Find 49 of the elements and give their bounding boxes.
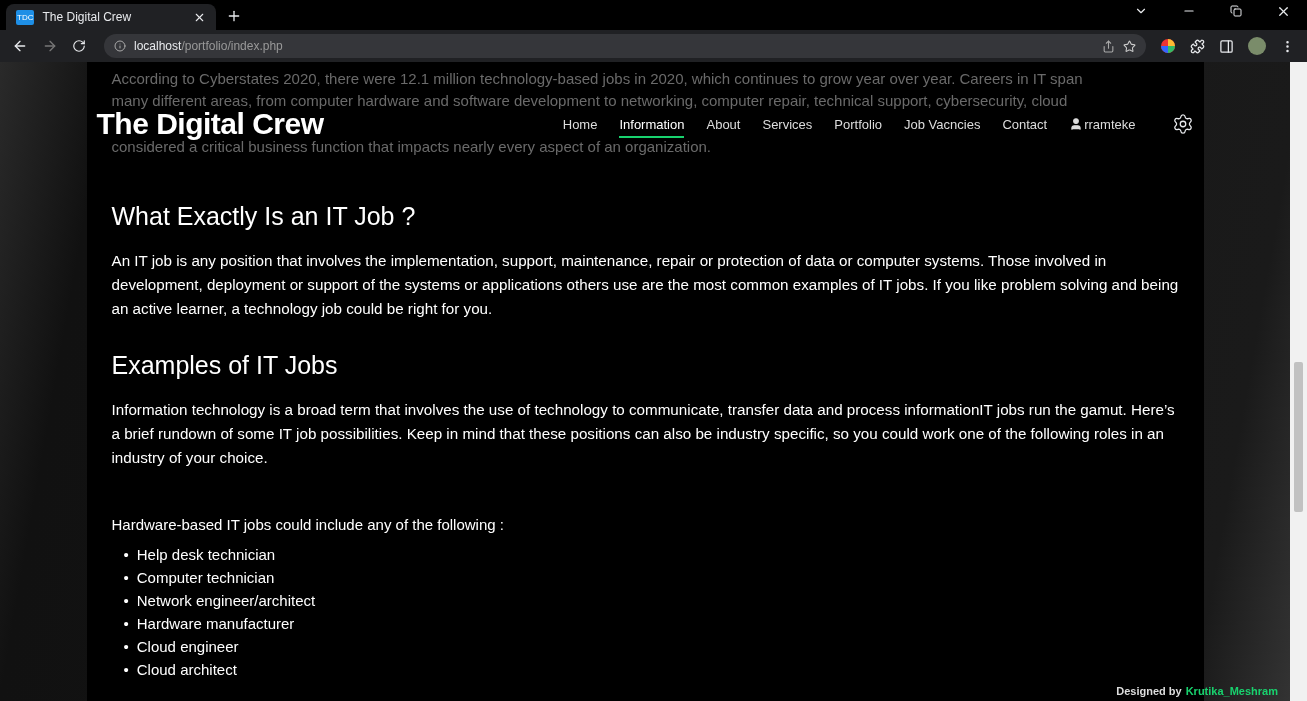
url-text: localhost/portfolio/index.php [134,39,283,53]
bullet: • [123,545,129,565]
tab-title: The Digital Crew [42,10,133,24]
new-tab-icon[interactable] [226,8,242,24]
forward-icon[interactable] [42,38,58,54]
nav-link[interactable]: Contact [1002,116,1048,138]
bullet: • [123,568,129,588]
info-icon [114,40,126,52]
nav-link[interactable]: Portfolio [834,116,883,138]
nav-link[interactable]: Home [562,116,598,138]
list-item: Computer technician [136,568,275,588]
avatar[interactable] [1248,37,1266,55]
bullet: • [123,660,129,680]
nav-link[interactable]: Job Vacncies [904,116,981,138]
favicon: TDC [16,9,35,25]
nav-link[interactable]: Services [762,116,813,138]
faded-paragraph-line: According to Cyberstates 2020, there were 12.1 million technology-based jobs in 2020, which continues to grow year over year. Careers in IT span [111,69,1084,89]
back-icon[interactable] [12,38,28,54]
star-icon[interactable] [1123,39,1136,53]
bullet: • [123,614,129,634]
list-item: Cloud architect [136,660,237,680]
user-icon [1069,117,1084,131]
section-heading: What Exactly Is an IT Job ? [111,202,417,231]
puzzle-icon[interactable] [1190,38,1205,54]
list-item: Network engineer/architect [136,591,316,611]
nav-link[interactable]: About [706,116,741,138]
restore-icon[interactable] [1230,3,1242,19]
footer-text: Designed by [1116,685,1182,697]
list-item: Cloud engineer [136,637,239,657]
author-link[interactable]: Krutika_Meshram [1185,685,1278,697]
list-item: Hardware manufacturer [136,614,295,634]
settings-icon[interactable] [1171,113,1194,135]
color-wheel-icon[interactable] [1160,38,1176,54]
section-heading: Examples of IT Jobs [111,351,339,380]
address-bar[interactable]: localhost/portfolio/index.php [104,34,1146,58]
browser-tab[interactable]: TDC The Digital Crew [6,4,216,30]
list-intro: Hardware-based IT jobs could include any of the following : [111,516,505,533]
scrollbar[interactable] [1290,62,1307,701]
nav-link[interactable]: Information [619,116,685,138]
reload-icon[interactable] [72,39,86,53]
user-link[interactable]: rramteke [1069,116,1136,132]
bullet: • [123,591,129,611]
paragraph: An IT job is any position that involves the implementation, support, maintenance, repair or protection of data or computer systems. Those involved in development, deployment or support of the systems or applications others use are the most common examples of IT jobs. If you like problem solving and being an active learner, a technology job could be right for you. [111,251,1179,319]
paragraph: Information technology is a broad term that involves the use of technology to communicate, transfer data and process informationIT jobs run the gamut. Here’s a brief rundown of some IT job possibilities. Keep in mind that these positions can also be industry specific, so you could work one of the following roles in an industry of your choice. [111,400,1176,468]
share-icon[interactable] [1102,39,1115,53]
list-item: Help desk technician [136,545,276,565]
bullet: • [123,637,129,657]
faded-paragraph-line: many different areas, from computer hardware and software development to networking, computer repair, technical support, cybersecurity, cloud [111,91,1069,111]
side-panel-icon[interactable] [1219,38,1234,54]
